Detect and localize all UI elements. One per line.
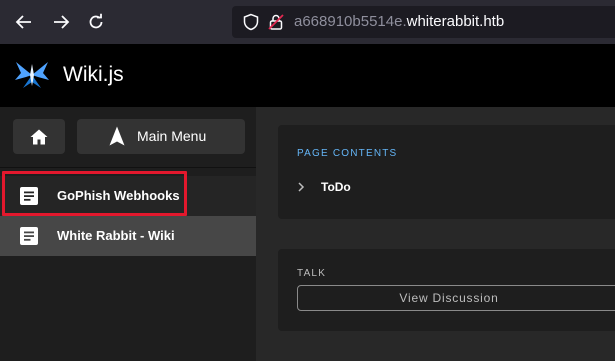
sidebar-divider bbox=[0, 167, 256, 168]
browser-toolbar: a668910b5514e.whiterabbit.htb bbox=[0, 0, 615, 44]
page-contents-heading: PAGE CONTENTS bbox=[297, 148, 398, 159]
main-content: PAGE CONTENTS ToDo TALK View Discussion bbox=[256, 107, 615, 361]
view-discussion-label: View Discussion bbox=[399, 291, 499, 305]
app-header: Wiki.js bbox=[0, 44, 615, 107]
sidebar-item-white-rabbit-wiki[interactable]: White Rabbit - Wiki bbox=[0, 216, 256, 256]
toc-item-label: ToDo bbox=[321, 180, 351, 194]
sidebar-item-gophish-webhooks[interactable]: GoPhish Webhooks bbox=[0, 176, 256, 216]
forward-button[interactable] bbox=[49, 10, 73, 34]
forward-arrow-icon bbox=[54, 15, 70, 29]
navigation-arrow-icon bbox=[109, 126, 125, 146]
page-contents-card: PAGE CONTENTS ToDo bbox=[278, 125, 615, 219]
document-icon bbox=[20, 187, 38, 205]
app-title[interactable]: Wiki.js bbox=[63, 63, 124, 87]
sidebar: Main Menu GoPhish Webhooks White Rabbit … bbox=[0, 107, 256, 361]
document-icon bbox=[20, 227, 38, 245]
reload-button[interactable] bbox=[84, 10, 108, 34]
home-button[interactable] bbox=[13, 119, 65, 154]
talk-card: TALK View Discussion bbox=[278, 249, 615, 331]
back-arrow-icon bbox=[15, 15, 31, 29]
chevron-right-icon bbox=[298, 182, 305, 192]
view-discussion-button[interactable]: View Discussion bbox=[297, 285, 615, 311]
address-bar[interactable]: a668910b5514e.whiterabbit.htb bbox=[232, 6, 615, 38]
sidebar-item-label: White Rabbit - Wiki bbox=[57, 228, 175, 243]
insecure-lock-icon[interactable] bbox=[267, 13, 285, 31]
wikijs-logo-icon[interactable] bbox=[14, 60, 50, 90]
talk-heading: TALK bbox=[297, 268, 327, 279]
toc-item-todo[interactable]: ToDo bbox=[297, 179, 497, 197]
reload-icon bbox=[89, 13, 103, 29]
shield-icon[interactable] bbox=[242, 13, 260, 31]
url-host: whiterabbit.htb bbox=[406, 13, 505, 30]
sidebar-item-label: GoPhish Webhooks bbox=[57, 188, 180, 203]
back-button[interactable] bbox=[12, 10, 36, 34]
main-menu-label: Main Menu bbox=[137, 128, 207, 144]
url-text[interactable]: a668910b5514e.whiterabbit.htb bbox=[294, 13, 504, 30]
main-menu-button[interactable]: Main Menu bbox=[77, 119, 245, 154]
home-icon bbox=[30, 129, 48, 144]
url-prefix: a668910b5514e. bbox=[294, 13, 407, 30]
